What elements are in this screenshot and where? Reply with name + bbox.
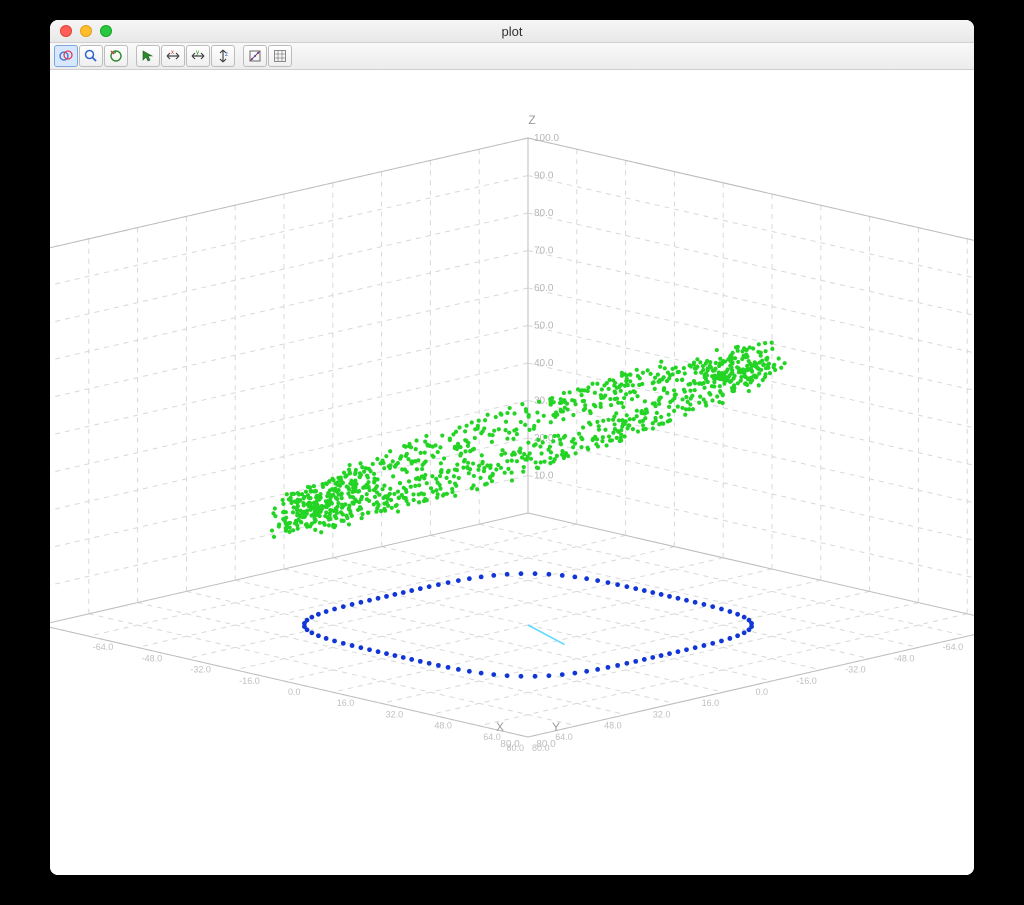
svg-text:x: x bbox=[171, 50, 174, 56]
toggle-axes-icon bbox=[247, 48, 263, 64]
minimize-icon[interactable] bbox=[80, 25, 92, 37]
reset-view-button[interactable] bbox=[104, 45, 128, 67]
svg-text:48.0: 48.0 bbox=[434, 721, 452, 731]
svg-text:80.0: 80.0 bbox=[500, 739, 520, 750]
toolbar-separator bbox=[236, 45, 242, 67]
svg-text:60.0: 60.0 bbox=[534, 283, 554, 294]
pan-z-button[interactable]: z bbox=[211, 45, 235, 67]
toggle-axes-button[interactable] bbox=[243, 45, 267, 67]
svg-text:32.0: 32.0 bbox=[653, 709, 671, 719]
svg-text:-64.0: -64.0 bbox=[93, 642, 114, 652]
pan-y-button[interactable]: y bbox=[186, 45, 210, 67]
pan-z-icon: z bbox=[215, 48, 231, 64]
svg-text:y: y bbox=[196, 50, 199, 56]
svg-text:100.0: 100.0 bbox=[534, 133, 559, 144]
grid-icon bbox=[272, 48, 288, 64]
svg-text:90.0: 90.0 bbox=[534, 171, 554, 182]
chart-3d: 10.020.030.040.050.060.070.080.090.0100.… bbox=[50, 70, 974, 870]
svg-text:48.0: 48.0 bbox=[604, 721, 622, 731]
plot-canvas[interactable]: 10.020.030.040.050.060.070.080.090.0100.… bbox=[50, 70, 974, 875]
svg-text:50.0: 50.0 bbox=[534, 321, 554, 332]
svg-text:10.0: 10.0 bbox=[534, 471, 554, 482]
select-button[interactable] bbox=[136, 45, 160, 67]
svg-text:80.0: 80.0 bbox=[536, 739, 556, 750]
zoom-button[interactable] bbox=[79, 45, 103, 67]
grid-button[interactable] bbox=[268, 45, 292, 67]
rotate3d-button[interactable] bbox=[54, 45, 78, 67]
rotate3d-icon bbox=[58, 48, 74, 64]
select-icon bbox=[140, 48, 156, 64]
svg-text:0.0: 0.0 bbox=[755, 687, 768, 697]
maximize-icon[interactable] bbox=[100, 25, 112, 37]
titlebar: plot bbox=[50, 20, 974, 43]
svg-text:-64.0: -64.0 bbox=[943, 642, 964, 652]
pan-x-icon: x bbox=[165, 48, 181, 64]
app-window: plot bbox=[50, 20, 974, 875]
svg-text:40.0: 40.0 bbox=[534, 358, 554, 369]
window-title: plot bbox=[50, 24, 974, 39]
svg-text:0.0: 0.0 bbox=[288, 687, 301, 697]
svg-text:z: z bbox=[225, 52, 228, 58]
svg-text:70.0: 70.0 bbox=[534, 246, 554, 257]
svg-text:-32.0: -32.0 bbox=[190, 665, 211, 675]
svg-text:16.0: 16.0 bbox=[702, 698, 720, 708]
pan-x-button[interactable]: x bbox=[161, 45, 185, 67]
toolbar-separator bbox=[129, 45, 135, 67]
svg-text:-32.0: -32.0 bbox=[845, 665, 866, 675]
svg-text:-48.0: -48.0 bbox=[894, 653, 915, 663]
reset-view-icon bbox=[108, 48, 124, 64]
svg-text:Y: Y bbox=[552, 720, 560, 734]
toolbar: x y z bbox=[50, 43, 974, 70]
close-icon[interactable] bbox=[60, 25, 72, 37]
svg-text:-16.0: -16.0 bbox=[239, 676, 260, 686]
svg-text:-48.0: -48.0 bbox=[142, 653, 163, 663]
pan-y-icon: y bbox=[190, 48, 206, 64]
svg-text:-16.0: -16.0 bbox=[796, 676, 817, 686]
svg-text:16.0: 16.0 bbox=[337, 698, 355, 708]
svg-text:32.0: 32.0 bbox=[386, 709, 404, 719]
svg-text:Z: Z bbox=[528, 113, 535, 127]
svg-text:64.0: 64.0 bbox=[483, 732, 501, 742]
zoom-icon bbox=[83, 48, 99, 64]
svg-text:80.0: 80.0 bbox=[534, 208, 554, 219]
window-controls bbox=[50, 25, 112, 37]
